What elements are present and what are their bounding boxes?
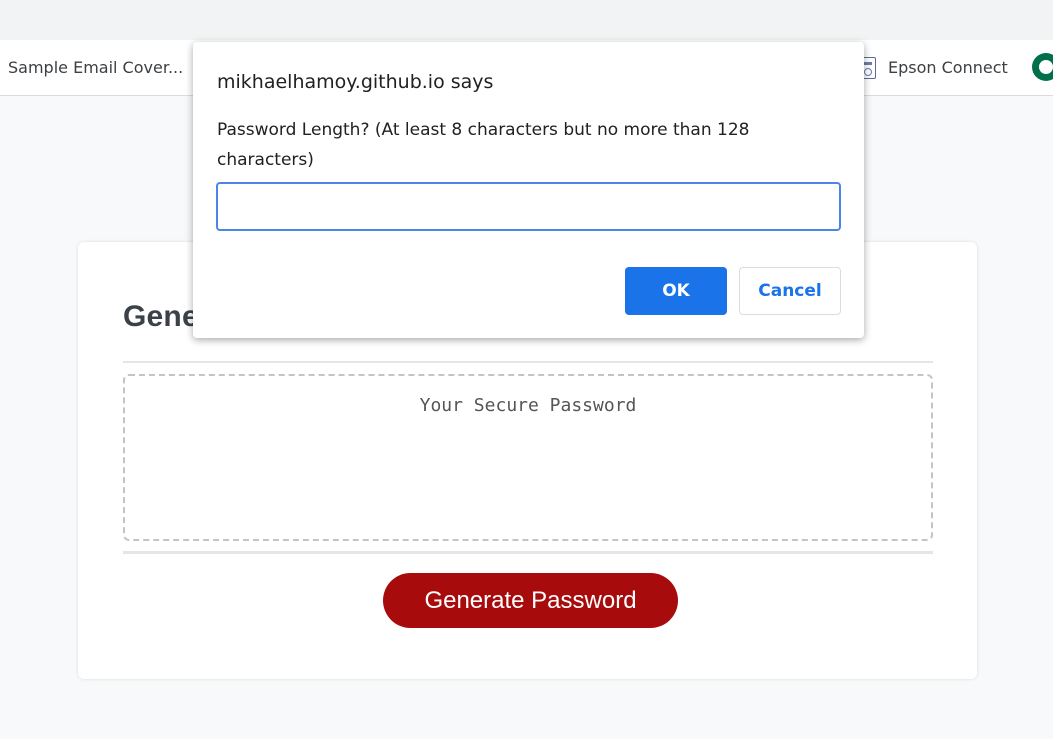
- ok-button[interactable]: OK: [625, 267, 727, 315]
- dialog-origin: mikhaelhamoy.github.io says: [217, 71, 494, 93]
- bookmark-epson-connect[interactable]: Epson Connect: [860, 40, 1008, 95]
- bookmark-epson-connect-label: Epson Connect: [888, 58, 1008, 77]
- dialog-message: Password Length? (At least 8 characters …: [217, 120, 750, 170]
- generate-password-button[interactable]: Generate Password: [383, 573, 678, 628]
- password-output[interactable]: [123, 374, 933, 541]
- cancel-button[interactable]: Cancel: [739, 267, 841, 315]
- card-divider-bottom: [123, 551, 933, 554]
- bookmark-sample-email[interactable]: Sample Email Cover...: [8, 40, 183, 95]
- browser-top-strip: [0, 0, 1053, 40]
- prompt-dialog: mikhaelhamoy.github.io says Password Len…: [193, 42, 864, 338]
- starbucks-logo-icon: [1039, 60, 1053, 74]
- card-divider-top: [123, 361, 933, 363]
- bookmark-sample-email-label: Sample Email Cover...: [8, 58, 184, 77]
- bookmark-starbucks[interactable]: [1032, 53, 1053, 81]
- page-title: Gene: [123, 300, 199, 333]
- password-length-input[interactable]: [216, 182, 841, 231]
